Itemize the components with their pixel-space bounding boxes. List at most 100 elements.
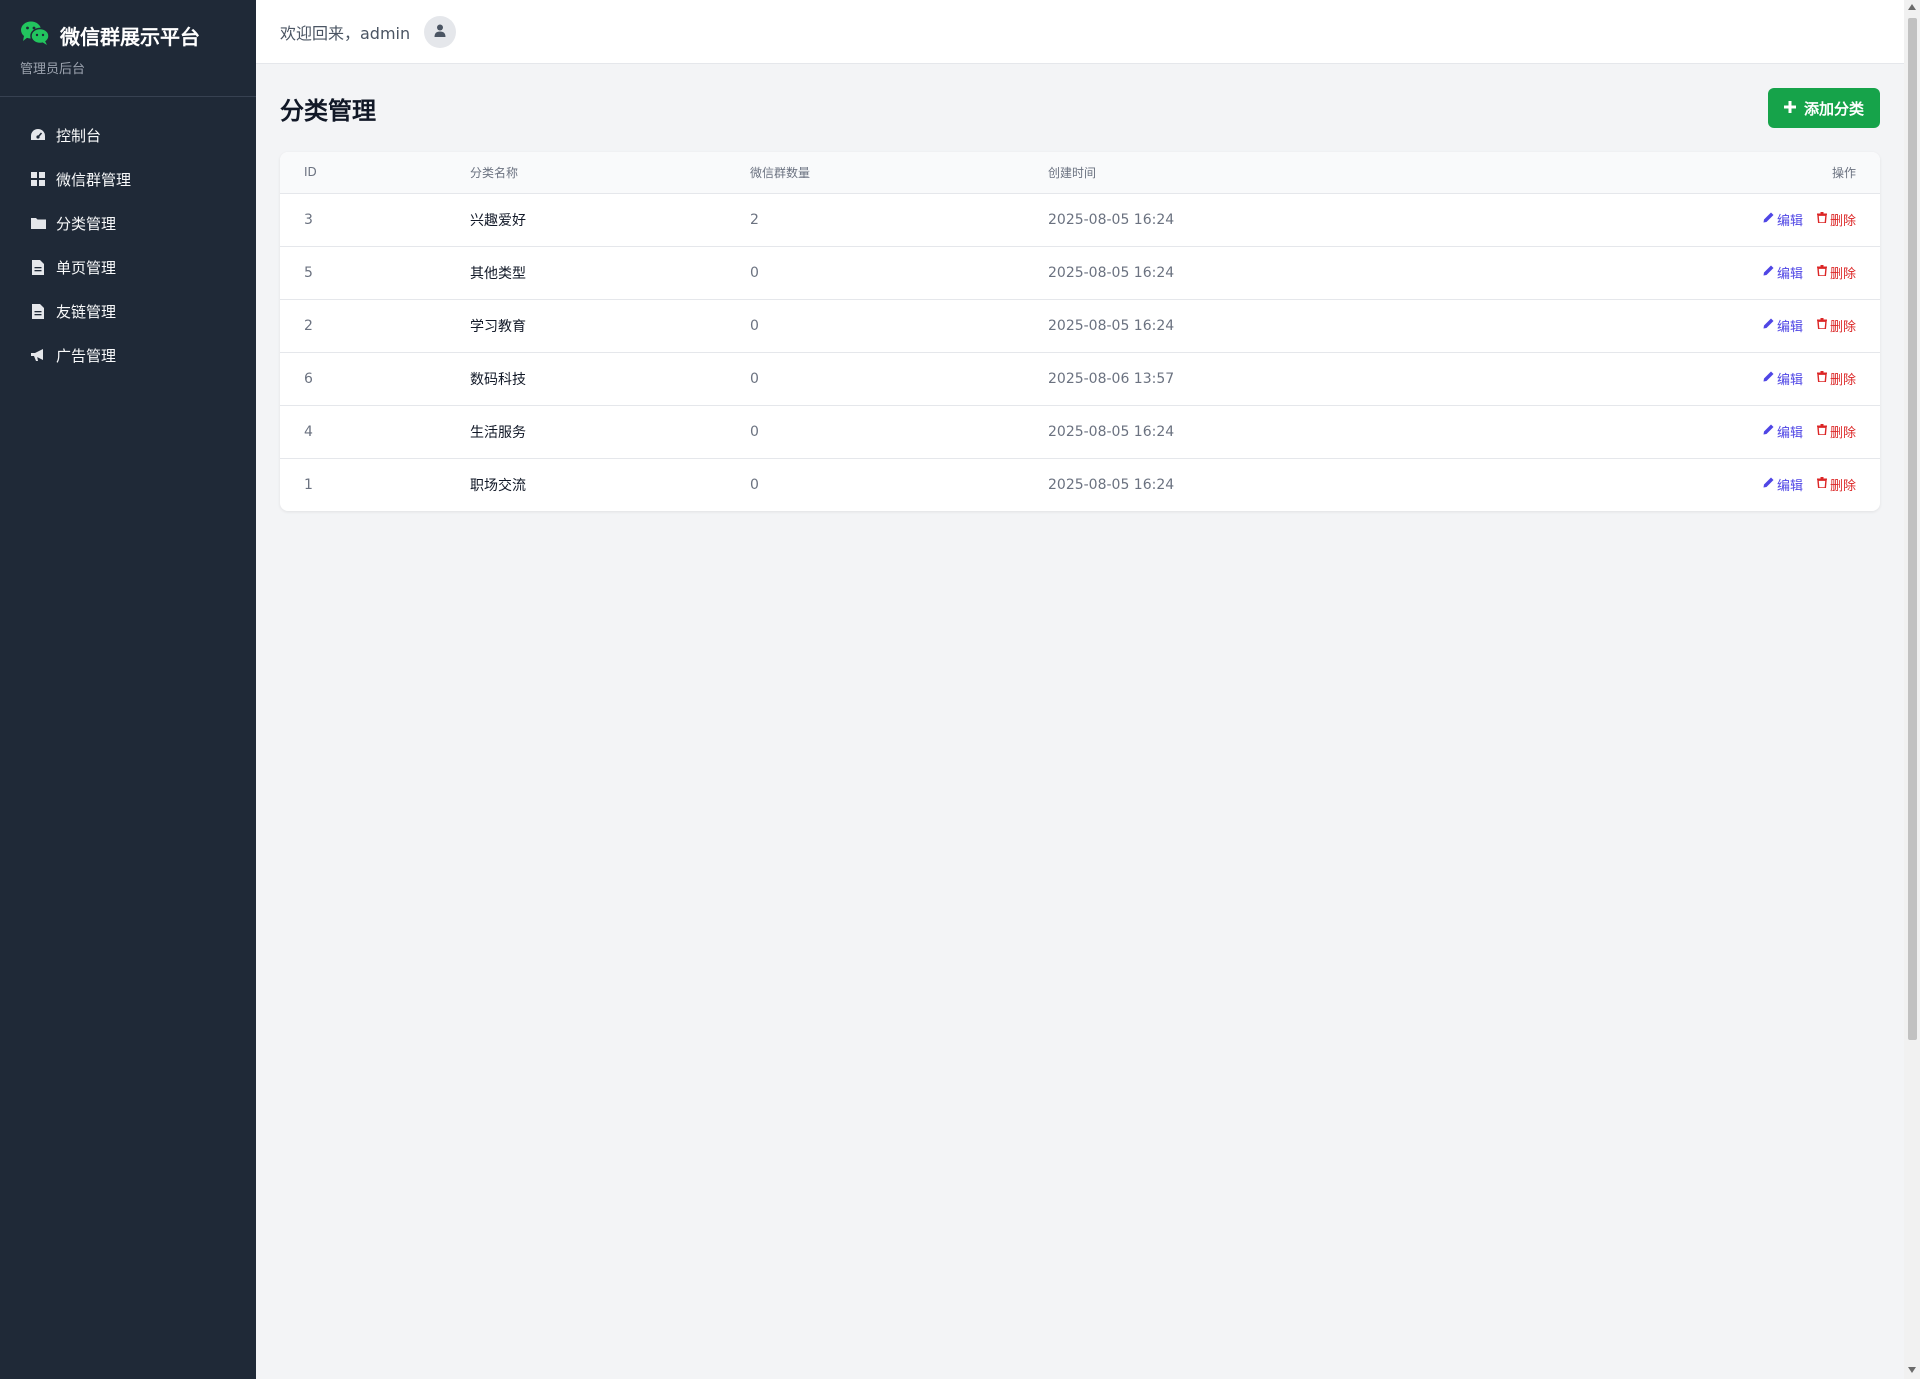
cell-group-count: 0 (750, 476, 759, 493)
sidebar-item-ads[interactable]: 广告管理 (0, 333, 256, 377)
table-row: 3 兴趣爱好 2 2025-08-05 16:24 编辑 删除 (280, 193, 1880, 246)
edit-button[interactable]: 编辑 (1763, 422, 1803, 441)
sidebar-item-links[interactable]: 友链管理 (0, 289, 256, 333)
trash-icon (1816, 424, 1827, 439)
welcome-text: 欢迎回来，admin (280, 23, 411, 43)
pencil-icon (1763, 477, 1774, 492)
brand-subtitle: 管理员后台 (20, 62, 86, 77)
sidebar-item-label: 微信群管理 (56, 170, 132, 189)
table-row: 5 其他类型 0 2025-08-05 16:24 编辑 删除 (280, 246, 1880, 299)
top-header: 欢迎回来，admin (256, 0, 1904, 64)
cell-category-name: 其他类型 (470, 265, 526, 282)
pencil-icon (1763, 424, 1774, 439)
edit-button[interactable]: 编辑 (1763, 369, 1803, 388)
sidebar: 微信群展示平台 管理员后台 控制台 微信群管理 分类管理 单页管理 友链管理 广… (0, 0, 256, 1379)
delete-button[interactable]: 删除 (1816, 316, 1856, 335)
cell-category-name: 数码科技 (470, 371, 526, 388)
edit-label: 编辑 (1776, 373, 1803, 388)
category-table: ID 分类名称 微信群数量 创建时间 操作 3 兴趣爱好 2 2025-08-05 1… (280, 152, 1880, 511)
dashboard-icon (30, 127, 46, 143)
sidebar-item-label: 控制台 (56, 126, 102, 145)
cell-actions: 编辑 删除 (1424, 193, 1880, 246)
scrollbar-thumb[interactable] (1908, 18, 1917, 1040)
sidebar-item-label: 广告管理 (56, 346, 117, 365)
column-header-id: ID (304, 165, 317, 180)
table-row: 6 数码科技 0 2025-08-06 13:57 编辑 删除 (280, 352, 1880, 405)
column-header-name: 分类名称 (470, 165, 519, 180)
cell-created-time: 2025-08-05 16:24 (1048, 317, 1175, 334)
user-icon (434, 22, 446, 41)
edit-label: 编辑 (1776, 479, 1803, 495)
cell-id: 2 (304, 317, 313, 334)
delete-label: 删除 (1829, 373, 1856, 388)
cell-group-count: 0 (750, 317, 759, 334)
grid-icon (30, 171, 46, 187)
plus-icon (1783, 99, 1796, 117)
cell-id: 5 (304, 264, 313, 281)
cell-id: 6 (304, 370, 313, 387)
delete-button[interactable]: 删除 (1816, 475, 1856, 495)
delete-button[interactable]: 删除 (1816, 422, 1856, 441)
sidebar-item-label: 分类管理 (56, 214, 117, 233)
page-scrollbar[interactable] (1904, 0, 1920, 1379)
user-avatar[interactable] (424, 15, 457, 48)
page-title: 分类管理 (280, 96, 376, 125)
cell-actions: 编辑 删除 (1424, 246, 1880, 299)
sidebar-item-pages[interactable]: 单页管理 (0, 245, 256, 289)
cell-created-time: 2025-08-06 13:57 (1048, 370, 1175, 387)
scroll-down-arrow-icon[interactable] (1908, 1367, 1916, 1373)
delete-label: 删除 (1829, 479, 1856, 495)
sidebar-item-dashboard[interactable]: 控制台 (0, 113, 256, 157)
table-row: 2 学习教育 0 2025-08-05 16:24 编辑 删除 (280, 299, 1880, 352)
pencil-icon (1763, 265, 1774, 280)
main-content: 分类管理 添加分类 ID 分类名称 微信群数量 创建时间 操作 3 兴趣爱好 2 20… (280, 88, 1880, 511)
cell-group-count: 0 (750, 264, 759, 281)
add-category-label: 添加分类 (1803, 99, 1864, 118)
edit-label: 编辑 (1776, 320, 1803, 335)
delete-label: 删除 (1829, 214, 1856, 229)
delete-button[interactable]: 删除 (1816, 263, 1856, 282)
cell-category-name: 学习教育 (470, 318, 526, 335)
sidebar-item-wechat-groups[interactable]: 微信群管理 (0, 157, 256, 201)
cell-created-time: 2025-08-05 16:24 (1048, 264, 1175, 281)
cell-category-name: 生活服务 (470, 424, 526, 441)
pencil-icon (1763, 371, 1774, 386)
add-category-button[interactable]: 添加分类 (1767, 88, 1880, 128)
brand: 微信群展示平台 管理员后台 (0, 0, 256, 97)
cell-id: 4 (304, 423, 313, 440)
edit-label: 编辑 (1776, 426, 1803, 441)
cell-created-time: 2025-08-05 16:24 (1048, 211, 1175, 228)
cell-group-count: 0 (750, 370, 759, 387)
cell-group-count: 2 (750, 211, 759, 228)
edit-button[interactable]: 编辑 (1763, 475, 1803, 494)
edit-button[interactable]: 编辑 (1763, 316, 1803, 335)
delete-button[interactable]: 删除 (1816, 369, 1856, 388)
column-header-count: 微信群数量 (750, 165, 811, 180)
cell-group-count: 0 (750, 423, 759, 440)
delete-label: 删除 (1829, 320, 1856, 335)
edit-button[interactable]: 编辑 (1763, 210, 1803, 229)
edit-button[interactable]: 编辑 (1763, 263, 1803, 282)
cell-created-time: 2025-08-05 16:24 (1048, 423, 1175, 440)
sidebar-item-label: 友链管理 (56, 302, 117, 321)
trash-icon (1816, 212, 1827, 227)
column-header-created: 创建时间 (1048, 165, 1097, 180)
folder-icon (30, 215, 46, 231)
category-table-card: ID 分类名称 微信群数量 创建时间 操作 3 兴趣爱好 2 2025-08-05 1… (280, 152, 1880, 511)
scroll-up-arrow-icon[interactable] (1908, 4, 1916, 10)
pencil-icon (1763, 318, 1774, 333)
cell-actions: 编辑 删除 (1424, 405, 1880, 458)
edit-label: 编辑 (1776, 267, 1803, 282)
edit-label: 编辑 (1776, 214, 1803, 229)
sidebar-item-categories[interactable]: 分类管理 (0, 201, 256, 245)
cell-created-time: 2025-08-05 16:24 (1048, 476, 1175, 493)
file-icon (30, 259, 46, 275)
cell-actions: 编辑 删除 (1424, 299, 1880, 352)
delete-label: 删除 (1829, 426, 1856, 441)
trash-icon (1816, 318, 1827, 333)
delete-button[interactable]: 删除 (1816, 210, 1856, 229)
delete-label: 删除 (1829, 267, 1856, 282)
cell-category-name: 职场交流 (470, 477, 526, 494)
sidebar-nav: 控制台 微信群管理 分类管理 单页管理 友链管理 广告管理 (0, 97, 256, 377)
trash-icon (1816, 371, 1827, 386)
